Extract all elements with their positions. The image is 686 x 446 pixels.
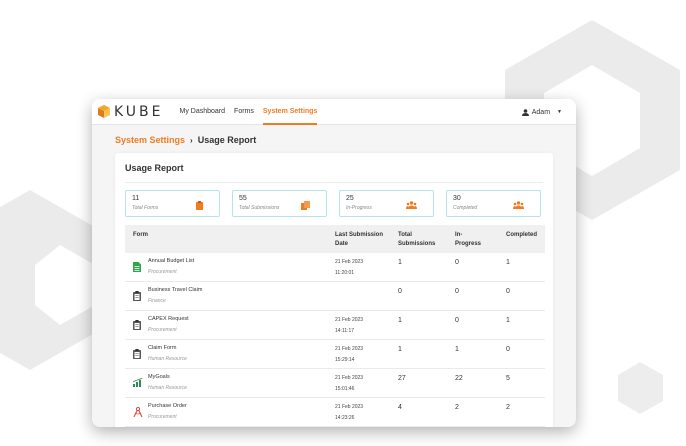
breadcrumb: System Settings › Usage Report [92,125,576,145]
clipboard-icon [133,291,141,301]
top-navbar: KUBE My Dashboard Forms System Settings … [92,99,576,125]
column-header-completed[interactable]: Completed [506,231,537,240]
background-hexagon [618,362,663,414]
stat-value: 25 [346,195,354,202]
in-progress-count: 22 [455,375,463,382]
table-row[interactable]: Purchase Order Procurement 21 Feb 2023 1… [125,398,545,427]
submission-date: 21 Feb 2023 [335,375,364,381]
completed-count: 2 [506,404,510,411]
in-progress-count: 1 [455,346,459,353]
submission-date: 21 Feb 2023 [335,404,364,410]
in-progress-count: 0 [455,317,459,324]
form-category: Finance [148,298,166,304]
users-icon [513,201,524,209]
completed-count: 5 [506,375,510,382]
total-submissions: 0 [398,288,402,295]
stat-completed: 30 Completed [446,190,541,217]
user-icon [521,108,529,116]
form-name[interactable]: Annual Budget List [148,258,194,264]
table-row[interactable]: CAPEX Request Procurement 21 Feb 2023 14… [125,311,545,340]
form-name[interactable]: Claim Form [148,345,176,351]
column-header-in-progress[interactable]: In-Progress [455,231,485,249]
stat-value: 55 [239,195,247,202]
form-category: Procurement [148,269,177,275]
stat-value: 11 [132,195,140,202]
nav-my-dashboard[interactable]: My Dashboard [180,99,226,125]
stat-label: Total Forms [132,205,159,211]
stat-total-submissions: 55 Total Submissions [232,190,327,217]
form-category: Procurement [148,414,177,420]
submission-time: 14:23:26 [335,415,355,421]
table-row[interactable]: Business Travel Claim Finance 0 0 0 [125,282,545,311]
column-header-total-submissions[interactable]: Total Submissions [398,231,438,249]
form-category: Procurement [148,327,177,333]
in-progress-count: 2 [455,404,459,411]
chevron-down-icon: ▼ [557,109,562,115]
total-submissions: 1 [398,346,402,353]
spreadsheet-icon [133,262,141,272]
in-progress-count: 0 [455,259,459,266]
breadcrumb-current: Usage Report [197,135,257,145]
completed-count: 1 [506,259,510,266]
total-submissions: 4 [398,404,402,411]
submission-time: 15:01:46 [335,386,355,392]
completed-count: 0 [506,288,510,295]
submission-time: 14:11:17 [335,328,355,334]
submission-date: 21 Feb 2023 [335,346,364,352]
submission-date: 21 Feb 2023 [335,317,364,323]
kube-logo-icon [98,105,110,118]
column-header-last-submission-date[interactable]: Last Submission Date [335,231,387,249]
clipboard-icon [133,320,141,330]
completed-count: 0 [506,346,510,353]
users-icon [406,201,417,209]
submission-time: 15:29:14 [335,357,355,363]
stat-label: In-Progress [346,205,372,211]
documents-icon [301,201,310,210]
usage-table: Form Last Submission Date Total Submissi… [125,225,545,427]
growth-chart-icon [133,378,143,387]
in-progress-count: 0 [455,288,459,295]
stat-label: Completed [453,205,478,211]
submission-date: 21 Feb 2023 [335,259,364,265]
divider [125,182,543,183]
stat-value: 30 [453,195,461,202]
user-menu[interactable]: Adam ▼ [521,99,562,125]
user-name: Adam [531,108,551,116]
clipboard-icon [196,201,203,210]
form-category: Human Resource [148,385,187,391]
app-window: KUBE My Dashboard Forms System Settings … [92,99,576,427]
stat-label: Total Submissions [239,205,280,211]
total-submissions: 27 [398,375,406,382]
completed-count: 1 [506,317,510,324]
nav-forms[interactable]: Forms [234,99,254,125]
nav-system-settings[interactable]: System Settings [262,99,318,125]
form-name[interactable]: CAPEX Request [148,316,189,322]
total-submissions: 1 [398,317,402,324]
total-submissions: 1 [398,259,402,266]
table-header: Form Last Submission Date Total Submissi… [125,225,545,253]
form-category: Human Resource [148,356,187,362]
stat-in-progress: 25 In-Progress [339,190,434,217]
background-hexagon [0,190,100,370]
clipboard-icon [133,349,141,359]
column-header-form[interactable]: Form [133,231,148,240]
table-row[interactable]: Claim Form Human Resource 21 Feb 2023 15… [125,340,545,369]
logo-text: KUBE [114,103,164,120]
form-name[interactable]: MyGoals [148,374,170,380]
table-row[interactable]: MyGoals Human Resource 21 Feb 2023 15:01… [125,369,545,398]
compass-icon [133,407,143,417]
kube-logo[interactable]: KUBE [98,104,164,120]
stat-total-forms: 11 Total Forms [125,190,220,217]
breadcrumb-system-settings[interactable]: System Settings [115,135,185,145]
table-row[interactable]: Annual Budget List Procurement 21 Feb 20… [125,253,545,282]
usage-report-card: Usage Report 11 Total Forms 55 Total Sub… [115,153,553,427]
page-title: Usage Report [125,163,184,173]
form-name[interactable]: Purchase Order [148,403,187,409]
form-name[interactable]: Business Travel Claim [148,287,202,293]
submission-time: 11:20:01 [335,270,355,276]
breadcrumb-separator: › [190,135,193,145]
